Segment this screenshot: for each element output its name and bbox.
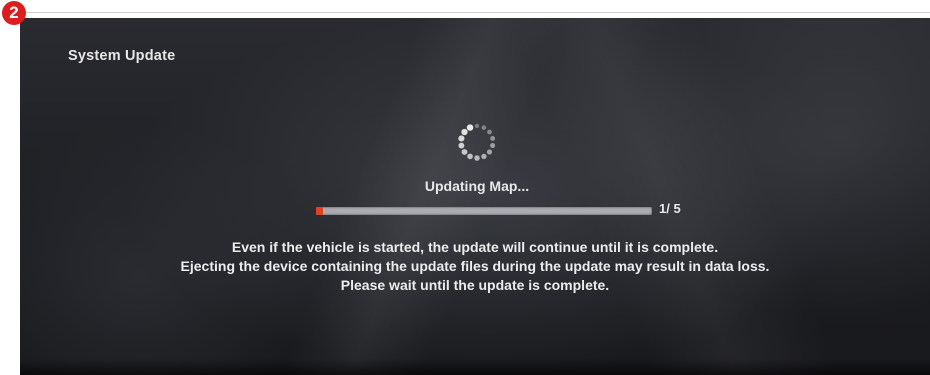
spinner-dot (467, 153, 473, 160)
spinner-dot (486, 149, 493, 155)
status-text: Updating Map... (424, 178, 530, 194)
spinner-dot (458, 142, 465, 149)
spinner-dot (474, 155, 480, 161)
update-screen: System Update Updating Map... 1/ 5 Even … (20, 18, 930, 375)
update-message: Even if the vehicle is started, the upda… (20, 238, 930, 295)
spinner-dot (458, 135, 465, 142)
message-line: Even if the vehicle is started, the upda… (231, 239, 719, 255)
loading-spinner-icon (458, 123, 496, 161)
spinner-dot (481, 125, 487, 130)
progress-bar-fill (316, 207, 323, 215)
message-line: Ejecting the device containing the updat… (180, 258, 770, 274)
spinner-dot (461, 128, 468, 136)
spinner-dot (466, 124, 474, 131)
spinner-dot (474, 123, 480, 129)
page-title: System Update (68, 48, 176, 64)
spinner-dot (490, 136, 496, 141)
message-line: Please wait until the update is complete… (340, 277, 610, 293)
progress-bar (316, 207, 652, 215)
spinner-dot (487, 129, 492, 135)
spinner-dot (490, 143, 496, 149)
spinner-dot (461, 149, 468, 155)
progress-count: 1/ 5 (659, 201, 681, 216)
top-divider (24, 12, 930, 13)
spinner-dot (481, 153, 487, 160)
step-number-badge: 2 (2, 1, 26, 25)
